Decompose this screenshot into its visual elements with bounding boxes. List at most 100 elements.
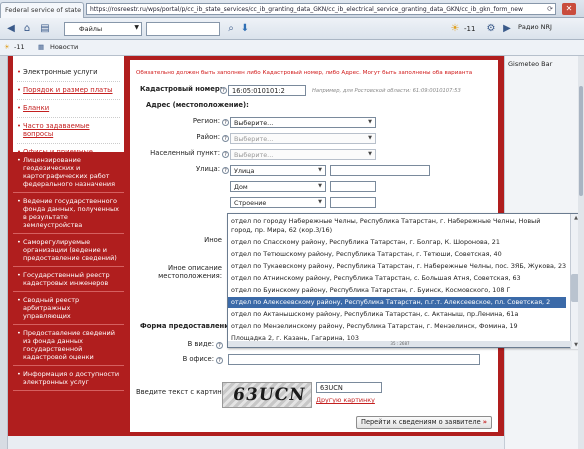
other-description-label: Иное описание местоположения: xyxy=(158,264,222,280)
sidebar-item-licensing[interactable]: Лицензирование геодезических и картограф… xyxy=(13,152,124,193)
page-scrollbar[interactable] xyxy=(578,56,584,449)
files-select[interactable]: Файлы ▼ xyxy=(64,22,142,36)
left-frame xyxy=(0,56,8,449)
region-select-value: Выберите... xyxy=(234,119,274,127)
help-icon[interactable]: ? xyxy=(220,87,227,94)
close-window-icon[interactable]: ✕ xyxy=(562,3,576,15)
sidebar-item-forms[interactable]: Бланки xyxy=(17,104,120,112)
address-bar[interactable]: https://rosreestr.ru/wps/portal/p/cc_ib_… xyxy=(86,3,556,15)
building-input[interactable] xyxy=(330,197,376,208)
dropdown-resize-grip[interactable]: 35 : 2687 xyxy=(228,341,572,347)
sidebar-item-valuation[interactable]: Предоставление сведений из фонда данных … xyxy=(13,325,124,366)
captcha-image-text: 63UCN xyxy=(231,385,307,405)
dropdown-option[interactable]: отдел по городу Набережные Челны, Респуб… xyxy=(228,216,566,236)
dropdown-option[interactable]: отдел по Тукаевскому району, Республика … xyxy=(228,261,566,272)
weather-sun-icon: ☀ xyxy=(4,43,10,51)
weather-sun-icon: ☀ xyxy=(450,23,460,34)
region-select[interactable]: Выберите... ▼ xyxy=(230,117,376,128)
cadastral-hint: Например, для Ростовской области: 61:09:… xyxy=(312,88,461,94)
browser-tab[interactable]: Federal service of state registra... (RU… xyxy=(0,2,84,18)
building-type-select[interactable]: Строение ▼ xyxy=(230,197,326,208)
news-icon: ▦ xyxy=(38,43,45,51)
captcha-input[interactable]: 63UCN xyxy=(316,382,382,393)
street-type-select[interactable]: Улица ▼ xyxy=(230,165,326,176)
sidebar-item-land-fund[interactable]: Ведение государственного фонда данных, п… xyxy=(13,193,124,234)
office-label: В офисе: xyxy=(182,355,214,363)
chevron-down-icon: ▼ xyxy=(318,183,322,189)
help-icon[interactable]: ? xyxy=(222,135,229,142)
office-dropdown-list[interactable]: отдел по городу Набережные Челны, Респуб… xyxy=(227,213,581,349)
radio-label[interactable]: Радио NRJ xyxy=(518,23,552,31)
page-scroll-thumb[interactable] xyxy=(579,86,583,196)
home-icon[interactable]: ⌂ xyxy=(20,22,34,36)
house-input[interactable] xyxy=(330,181,376,192)
dropdown-option[interactable]: отдел по Тетюшскому району, Республика Т… xyxy=(228,249,566,260)
sidebar-item-accessibility[interactable]: Информация о доступности электронных усл… xyxy=(13,366,124,391)
sidebar-item-faq[interactable]: Часто задаваемые вопросы xyxy=(17,122,120,138)
back-icon[interactable]: ◀ xyxy=(4,22,18,36)
sidebar-top-menu: Электронные услуги Порядок и размер плат… xyxy=(13,56,124,156)
cadastral-input[interactable]: 16:05:010101:2 xyxy=(228,85,306,96)
temperature-readout: -11 xyxy=(464,25,476,33)
dropdown-option[interactable]: отдел по Актанышскому району, Республика… xyxy=(228,309,566,320)
sidebar-item-engineers[interactable]: Государственный реестр кадастровых инжен… xyxy=(13,267,124,292)
locality-label: Населенный пункт: xyxy=(150,149,220,157)
browser-toolbar: ◀ ⌂ ▤ Файлы ▼ ⌕ ⬇ ☀ -11 ⚙ ▶ Радио NRJ xyxy=(0,18,584,40)
dropdown-option[interactable]: отдел по Спасскому району, Республика Та… xyxy=(228,237,566,248)
chevron-down-icon: ▼ xyxy=(134,24,139,31)
dropdown-option-selected[interactable]: отдел по Алексеевскому району, Республик… xyxy=(228,297,566,308)
dropdown-option[interactable]: отдел по Буинскому району, Республика Та… xyxy=(228,285,566,296)
district-select[interactable]: Выберите... ▼ xyxy=(230,133,376,144)
sidebar-item-electronic-services[interactable]: Электронные услуги xyxy=(17,68,120,76)
bookmark-news[interactable]: Новости xyxy=(50,43,78,51)
district-label: Район: xyxy=(196,133,220,141)
help-icon[interactable]: ? xyxy=(216,357,223,364)
house-type-value: Дом xyxy=(234,183,248,191)
double-arrow-icon: » xyxy=(482,418,488,426)
cadastral-label: Кадастровый номер: xyxy=(140,85,223,93)
dropdown-option[interactable]: отдел по Мензелинскому району, Республик… xyxy=(228,321,566,332)
captcha-image: 63UCN xyxy=(222,382,312,408)
form-warning: Обязательно должен быть заполнен либо Ка… xyxy=(136,70,473,76)
help-icon[interactable]: ? xyxy=(222,119,229,126)
next-applicant-button[interactable]: Перейти к сведениям о заявителе » xyxy=(356,416,492,429)
office-select[interactable] xyxy=(228,354,480,365)
locality-select-value: Выберите... xyxy=(234,151,274,159)
view-label: В виде: xyxy=(187,340,214,348)
next-button-label: Перейти к сведениям о заявителе xyxy=(360,418,481,426)
chevron-down-icon: ▼ xyxy=(368,135,372,141)
chevron-down-icon: ▼ xyxy=(368,119,372,125)
toolbar-search-input[interactable] xyxy=(146,22,220,36)
settings-icon[interactable]: ⚙ xyxy=(484,22,498,36)
print-icon[interactable]: ▤ xyxy=(38,22,52,36)
other-label: Иное xyxy=(204,236,222,244)
other-picture-link[interactable]: Другую картинку xyxy=(316,396,375,404)
sidebar-item-arbitrage[interactable]: Сводный реестр арбитражных управляющих xyxy=(13,292,124,325)
bookmark-temperature[interactable]: -11 xyxy=(14,43,25,51)
address-title: Адрес (местоположение): xyxy=(146,101,249,109)
captcha-label: Введите текст с картинки: xyxy=(136,388,233,396)
locality-select[interactable]: Выберите... ▼ xyxy=(230,149,376,160)
chevron-down-icon: ▼ xyxy=(318,167,322,173)
street-input[interactable] xyxy=(330,165,430,176)
play-icon[interactable]: ▶ xyxy=(500,22,514,36)
download-icon[interactable]: ⬇ xyxy=(238,22,252,36)
search-icon[interactable]: ⌕ xyxy=(224,22,238,36)
help-icon[interactable]: ? xyxy=(222,151,229,158)
dropdown-option[interactable]: отдел по Атнинскому району, Республика Т… xyxy=(228,273,566,284)
sidebar: Электронные услуги Порядок и размер плат… xyxy=(13,56,124,436)
help-icon[interactable]: ? xyxy=(222,167,229,174)
street-type-value: Улица xyxy=(234,167,255,175)
street-label: Улица: xyxy=(196,165,220,173)
url-text: https://rosreestr.ru/wps/portal/p/cc_ib_… xyxy=(90,6,523,13)
house-type-select[interactable]: Дом ▼ xyxy=(230,181,326,192)
sidebar-item-sro[interactable]: Саморегулируемые организации (ведение и … xyxy=(13,234,124,267)
refresh-icon[interactable]: ⟳ xyxy=(547,5,553,13)
help-icon[interactable]: ? xyxy=(216,342,223,349)
bookmarks-bar: ☀ -11 ▦ Новости xyxy=(0,40,584,56)
sidebar-item-fees[interactable]: Порядок и размер платы xyxy=(17,86,120,94)
gismeteo-label[interactable]: Gismeteo Bar xyxy=(508,60,552,68)
building-type-value: Строение xyxy=(234,199,267,207)
chevron-down-icon: ▼ xyxy=(318,199,322,205)
district-select-value: Выберите... xyxy=(234,135,274,143)
